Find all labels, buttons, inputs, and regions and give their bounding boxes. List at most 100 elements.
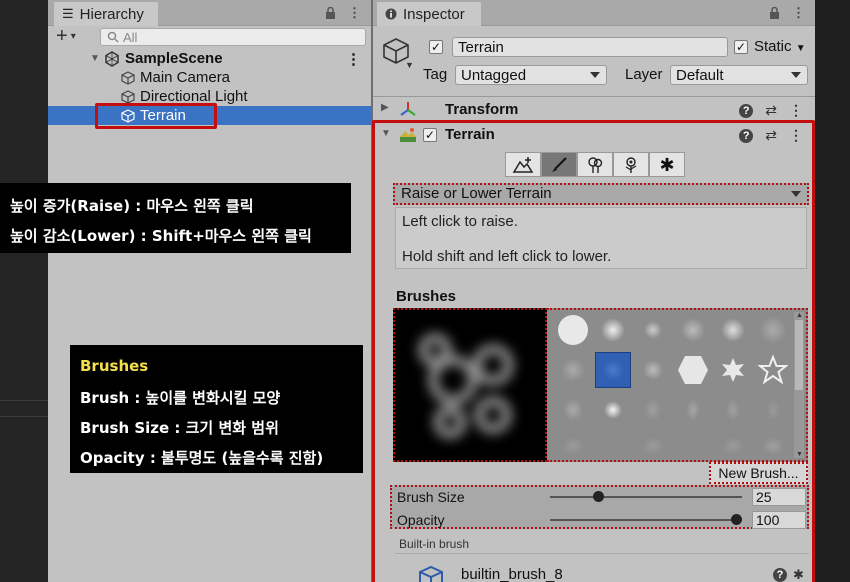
flower-detail-icon <box>621 156 641 174</box>
mountain-plus-icon <box>512 156 534 174</box>
static-checkbox[interactable]: ✓ <box>734 40 748 54</box>
brush-thumb[interactable] <box>555 352 591 388</box>
brush-thumb[interactable] <box>635 428 671 464</box>
brush-size-slider-handle[interactable] <box>592 491 604 502</box>
expand-arrow-icon[interactable]: ▶ <box>381 102 389 113</box>
collapse-arrow-icon[interactable]: ▼ <box>381 128 391 139</box>
brush-thumb-star[interactable] <box>755 352 791 388</box>
brush-thumb[interactable] <box>555 392 591 428</box>
brush-thumb[interactable] <box>635 352 671 388</box>
scrollbar-thumb[interactable] <box>795 320 803 390</box>
brushes-section-title: Brushes <box>396 288 457 305</box>
tag-dropdown[interactable]: Untagged <box>455 65 607 85</box>
brush-thumb[interactable] <box>755 392 791 428</box>
tool-description-box: Left click to raise. Hold shift and left… <box>395 207 807 269</box>
terrain-settings-button[interactable]: ✱ <box>649 152 685 177</box>
hierarchy-item-label: Main Camera <box>140 69 231 86</box>
search-input[interactable]: All <box>100 28 366 46</box>
opacity-label: Opacity <box>397 512 445 528</box>
brush-thumb[interactable] <box>755 428 791 464</box>
static-dropdown[interactable]: Static ▼ <box>754 38 806 55</box>
hierarchy-item-label: Terrain <box>140 107 186 124</box>
static-label: Static <box>754 38 792 55</box>
brush-size-slider[interactable] <box>550 496 742 498</box>
chevron-down-icon: ▾ <box>70 30 76 42</box>
opacity-field[interactable]: 100 <box>752 511 806 529</box>
brushes-annotation: Brushes Brush : 높이를 변화시킬 모양 Brush Size :… <box>70 345 363 473</box>
terrain-title: Terrain <box>445 126 495 143</box>
scene-row[interactable]: ▼ SampleScene ⋮ <box>48 49 371 68</box>
more-menu-icon[interactable]: ⋮ <box>789 127 803 144</box>
chevron-down-icon <box>791 72 801 78</box>
annotation-line: Brush : 높이를 변화시킬 모양 <box>80 389 281 407</box>
expand-arrow-icon[interactable]: ▼ <box>90 53 100 64</box>
paint-terrain-button[interactable] <box>541 152 577 177</box>
brush-thumb-selected[interactable] <box>595 352 631 388</box>
scroll-down-icon[interactable]: ▼ <box>796 451 803 458</box>
brush-thumb[interactable] <box>555 428 591 464</box>
paint-trees-button[interactable] <box>577 152 613 177</box>
lock-icon[interactable] <box>325 7 336 19</box>
chevron-down-icon <box>590 72 600 78</box>
tool-mode-dropdown[interactable]: Raise or Lower Terrain <box>393 183 809 205</box>
brush-thumb[interactable] <box>555 312 591 348</box>
selected-brush-name: builtin_brush_8 <box>461 566 563 582</box>
tab-hierarchy[interactable]: ☰ Hierarchy <box>54 2 158 26</box>
brush-grid-scrollbar[interactable]: ▲ ▼ <box>794 312 804 458</box>
more-menu-icon[interactable]: ⋮ <box>348 5 361 21</box>
chevron-down-icon <box>791 191 801 197</box>
brush-thumb[interactable] <box>755 312 791 348</box>
help-icon[interactable]: ? <box>773 568 787 582</box>
transform-component-header[interactable]: ▶ Transform ? ⇄ ⋮ <box>373 96 815 122</box>
more-menu-icon[interactable]: ⋮ <box>789 102 803 119</box>
brush-thumb[interactable] <box>715 352 751 388</box>
terrain-component-icon <box>399 126 417 144</box>
annotation-title: Brushes <box>80 357 149 375</box>
hierarchy-item-directional-light[interactable]: Directional Light <box>48 87 371 106</box>
preset-sliders-icon[interactable]: ⇄ <box>765 127 777 144</box>
brush-thumb[interactable] <box>715 392 751 428</box>
description-line: Hold shift and left click to lower. <box>402 248 612 265</box>
scroll-up-icon[interactable]: ▲ <box>796 312 803 319</box>
brush-size-field[interactable]: 25 <box>752 488 806 506</box>
chevron-down-icon[interactable]: ▼ <box>405 60 414 70</box>
active-checkbox[interactable]: ✓ <box>429 40 443 54</box>
create-neighbor-terrain-button[interactable] <box>505 152 541 177</box>
brush-thumb[interactable] <box>675 312 711 348</box>
brush-thumb[interactable] <box>715 428 751 464</box>
lock-icon[interactable] <box>769 7 780 19</box>
opacity-slider[interactable] <box>550 519 742 521</box>
layer-dropdown[interactable]: Default <box>670 65 808 85</box>
tab-hierarchy-label: Hierarchy <box>79 5 144 23</box>
trees-icon <box>585 156 605 174</box>
brush-thumb[interactable] <box>635 312 671 348</box>
preset-sliders-icon[interactable]: ⇄ <box>765 102 777 119</box>
new-brush-button[interactable]: New Brush... <box>709 462 808 484</box>
gameobject-cube-icon <box>120 108 136 124</box>
brush-thumb[interactable] <box>635 392 671 428</box>
brush-thumb[interactable] <box>675 392 711 428</box>
terrain-component-header[interactable]: ▼ ✓ Terrain ? ⇄ ⋮ <box>373 122 815 148</box>
brush-grid[interactable]: ▲ ▼ <box>547 308 808 462</box>
hierarchy-item-main-camera[interactable]: Main Camera <box>48 68 371 87</box>
brush-thumb[interactable] <box>715 312 751 348</box>
tab-inspector[interactable]: Inspector <box>377 2 481 26</box>
paint-details-button[interactable] <box>613 152 649 177</box>
hierarchy-tabbar: ☰ Hierarchy ⋮ <box>48 0 371 26</box>
transform-title: Transform <box>445 101 519 118</box>
brush-thumb[interactable] <box>675 352 711 388</box>
more-menu-icon[interactable]: ⋮ <box>792 5 805 21</box>
hierarchy-item-terrain[interactable]: Terrain <box>48 106 371 125</box>
terrain-enabled-checkbox[interactable]: ✓ <box>423 128 437 142</box>
opacity-slider-handle[interactable] <box>731 514 742 525</box>
gameobject-cube-icon <box>120 70 136 86</box>
add-button[interactable]: + ▾ <box>56 26 76 47</box>
brush-thumb[interactable] <box>595 312 631 348</box>
gear-icon[interactable]: ✱ <box>793 567 804 582</box>
scene-more-icon[interactable]: ⋮ <box>346 50 361 68</box>
object-name-field[interactable]: Terrain <box>452 37 728 57</box>
help-icon[interactable]: ? <box>739 128 754 143</box>
help-icon[interactable]: ? <box>739 103 754 118</box>
brush-thumb[interactable] <box>595 392 631 428</box>
brush-preview <box>393 308 547 462</box>
